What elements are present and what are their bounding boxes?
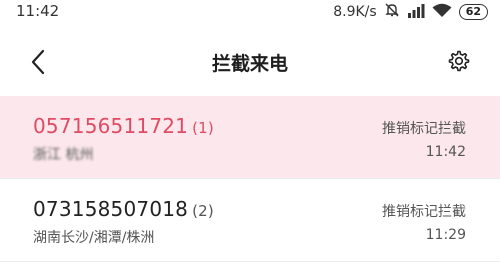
- gear-icon: [448, 50, 470, 72]
- signal-icon: [407, 3, 425, 22]
- call-count: (1): [192, 119, 214, 137]
- battery-icon: 62: [458, 4, 488, 20]
- call-location: 湖南长沙/湘潭/株洲: [33, 230, 155, 246]
- block-reason: 推销标记拦截: [382, 121, 466, 137]
- block-reason: 推销标记拦截: [382, 204, 466, 220]
- blocked-call-list: 057156511721 (1) 浙江 杭州 推销标记拦截 11:42 07315…: [0, 96, 500, 262]
- call-time: 11:29: [425, 227, 466, 243]
- mute-icon: [384, 2, 400, 22]
- status-time: 11:42: [16, 2, 60, 20]
- page-title: 拦截来电: [211, 53, 288, 75]
- phone-number: 073158507018: [33, 197, 189, 221]
- page-header: 拦截来电: [0, 40, 500, 84]
- wifi-icon: [432, 3, 452, 22]
- status-icons: 8.9K/s 62: [333, 2, 488, 22]
- phone-number: 057156511721: [33, 114, 189, 138]
- settings-button[interactable]: [446, 48, 472, 74]
- call-time: 11:42: [425, 144, 466, 160]
- call-number: 073158507018 (2): [33, 197, 214, 221]
- status-bar: 11:42 8.9K/s 62: [0, 0, 500, 26]
- call-number: 057156511721 (1): [33, 114, 214, 138]
- call-location: 浙江 杭州: [33, 147, 94, 163]
- network-speed: 8.9K/s: [333, 4, 377, 20]
- call-log-item[interactable]: 057156511721 (1) 浙江 杭州 推销标记拦截 11:42: [0, 96, 500, 179]
- call-count: (2): [192, 202, 214, 220]
